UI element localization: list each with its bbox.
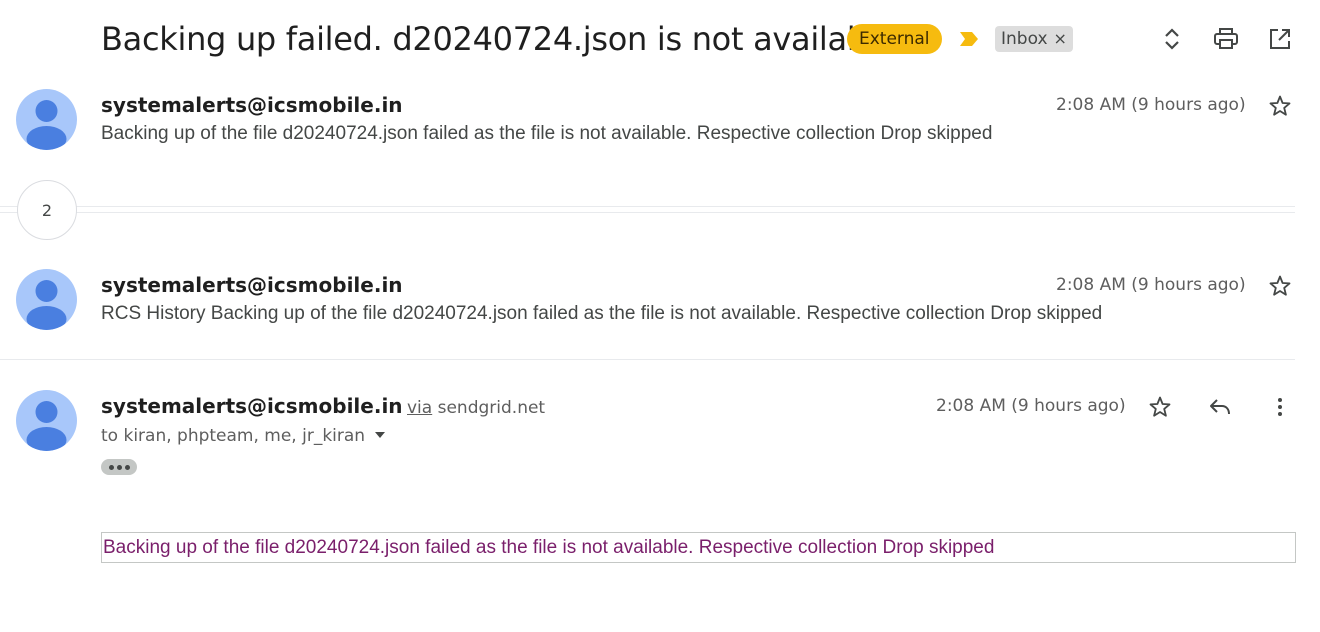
collapsed-messages-count[interactable]: 2: [17, 180, 77, 240]
email-subject: Backing up failed. d20240724.json is not…: [101, 20, 895, 58]
message-time: 2:08 AM (9 hours ago): [936, 396, 1126, 416]
via-info: via sendgrid.net: [407, 398, 545, 418]
sender-avatar[interactable]: [16, 269, 77, 330]
sender-line: systemalerts@icsmobile.in via sendgrid.n…: [101, 394, 545, 418]
show-trimmed-content-button[interactable]: [101, 459, 137, 475]
star-outline-icon[interactable]: [1266, 272, 1294, 300]
thread-divider: [0, 212, 1295, 213]
open-in-new-icon[interactable]: [1266, 25, 1294, 53]
recipients-list: to kiran, phpteam, me, jr_kiran: [101, 426, 366, 446]
inbox-label-chip: Inbox ×: [995, 26, 1073, 52]
message-divider: [0, 359, 1295, 360]
recipients-row[interactable]: to kiran, phpteam, me, jr_kiran: [101, 426, 387, 446]
remove-label-button[interactable]: ×: [1054, 26, 1067, 52]
more-vert-icon[interactable]: [1266, 393, 1294, 421]
star-outline-icon[interactable]: [1266, 92, 1294, 120]
star-outline-icon[interactable]: [1146, 393, 1174, 421]
message-snippet[interactable]: RCS History Backing up of the file d2024…: [101, 303, 1102, 325]
sender-avatar[interactable]: [16, 89, 77, 150]
via-domain: sendgrid.net: [437, 398, 546, 418]
message-time: 2:08 AM (9 hours ago): [1056, 95, 1246, 115]
print-icon[interactable]: [1212, 25, 1240, 53]
external-badge: External: [847, 24, 942, 54]
important-marker-icon[interactable]: [958, 30, 980, 48]
reply-icon[interactable]: [1206, 393, 1234, 421]
via-link[interactable]: via: [407, 398, 432, 418]
message-body: Backing up of the file d20240724.json fa…: [101, 532, 1296, 563]
sender-name[interactable]: systemalerts@icsmobile.in: [101, 273, 403, 297]
message-time: 2:08 AM (9 hours ago): [1056, 275, 1246, 295]
unfold-icon[interactable]: [1158, 25, 1186, 53]
message-snippet[interactable]: Backing up of the file d20240724.json fa…: [101, 123, 992, 145]
thread-divider: [0, 206, 1295, 207]
sender-name[interactable]: systemalerts@icsmobile.in: [101, 93, 403, 117]
caret-down-icon[interactable]: [373, 427, 387, 445]
sender-name[interactable]: systemalerts@icsmobile.in: [101, 394, 403, 418]
sender-avatar[interactable]: [16, 390, 77, 451]
inbox-label-text: Inbox: [1001, 29, 1048, 49]
